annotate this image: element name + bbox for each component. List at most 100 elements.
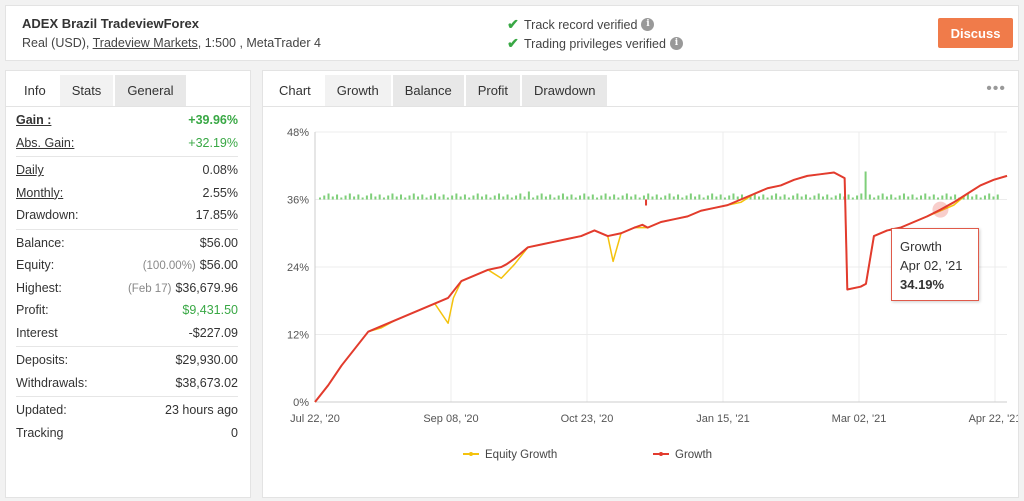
daily-bar: [323, 195, 326, 200]
daily-bar: [868, 194, 871, 200]
discuss-button[interactable]: Discuss: [938, 18, 1013, 48]
daily-bar: [996, 194, 999, 200]
daily-bar: [638, 197, 641, 200]
daily-bar: [770, 195, 773, 200]
legend-label: Equity Growth: [485, 449, 557, 461]
legend-marker: [659, 452, 663, 456]
daily-bar: [860, 193, 863, 200]
daily-bar: [719, 194, 722, 200]
daily-bar: [689, 193, 692, 200]
daily-bar: [983, 195, 986, 200]
daily-bar: [404, 197, 407, 200]
daily-bar: [532, 197, 535, 200]
stat-drawdown: Drawdown: 17.85%: [16, 208, 238, 223]
daily-bar: [975, 194, 978, 200]
stat-monthly: Monthly: 2.55%: [16, 185, 238, 200]
account-type: Real (USD),: [22, 36, 90, 50]
daily-bar: [681, 197, 684, 200]
info-icon[interactable]: i: [641, 18, 655, 31]
trading-privileges-verified: ✔ Trading privileges verified i: [506, 35, 683, 52]
legend-label: Growth: [675, 449, 712, 461]
check-icon: ✔: [507, 35, 519, 51]
daily-bar: [945, 193, 948, 200]
daily-bar: [821, 196, 824, 200]
daily-bar: [455, 193, 458, 200]
daily-bar: [834, 195, 837, 200]
daily-bar: [327, 193, 330, 200]
daily-bar: [715, 196, 718, 200]
verification-label: Track record verified: [524, 17, 638, 32]
chart-tooltip: Growth Apr 02, '21 34.19%: [891, 228, 979, 301]
daily-bar: [839, 193, 842, 200]
daily-bar: [949, 196, 952, 200]
daily-bar: [387, 195, 390, 200]
daily-bar: [937, 197, 940, 200]
daily-bar: [804, 194, 807, 200]
daily-bar: [813, 195, 816, 200]
hover-marker: [932, 201, 949, 218]
daily-bar: [694, 196, 697, 200]
daily-bar: [549, 194, 552, 200]
daily-bar: [536, 195, 539, 200]
tab-drawdown[interactable]: Drawdown: [522, 75, 608, 106]
y-tick-label: 24%: [287, 262, 309, 274]
daily-bar: [480, 196, 483, 200]
stat-tracking: Tracking 0: [16, 425, 238, 440]
daily-bar: [830, 197, 833, 200]
stat-interest: Interest -$227.09: [16, 325, 238, 340]
daily-bar: [553, 197, 556, 200]
daily-bar: [911, 194, 914, 200]
daily-bar: [608, 196, 611, 200]
broker-link[interactable]: Tradeview Markets: [93, 36, 198, 50]
daily-bar: [493, 195, 496, 200]
tooltip-date: Apr 02, '21: [900, 258, 963, 273]
account-header: ADEX Brazil TradeviewForex Real (USD), T…: [5, 5, 1019, 61]
daily-bar: [723, 197, 726, 200]
stats-tabs: Info Stats General: [6, 71, 250, 107]
daily-bar: [361, 197, 364, 200]
daily-bar: [877, 195, 880, 200]
account-details: , 1:500 , MetaTrader 4: [197, 36, 321, 50]
daily-bar: [336, 194, 339, 200]
daily-bar: [331, 196, 334, 200]
stat-updated: Updated: 23 hours ago: [16, 403, 238, 418]
check-icon: ✔: [507, 16, 519, 32]
daily-bar: [446, 197, 449, 200]
tab-profit[interactable]: Profit: [465, 75, 521, 106]
tab-general[interactable]: General: [115, 75, 186, 106]
y-tick-label: 36%: [287, 195, 309, 207]
stat-abs-gain: Abs. Gain: +32.19%: [16, 135, 238, 150]
daily-bar: [851, 197, 854, 200]
x-tick-label: Sep 08, '20: [423, 413, 478, 425]
tab-growth[interactable]: Growth: [324, 75, 391, 106]
daily-bar: [621, 195, 624, 200]
daily-bar: [395, 196, 398, 200]
daily-bar: [775, 193, 778, 200]
y-tick-label: 12%: [287, 330, 309, 342]
daily-bar: [544, 196, 547, 200]
tab-info[interactable]: Info: [12, 75, 58, 106]
daily-bar: [894, 197, 897, 200]
account-title: ADEX Brazil TradeviewForex: [22, 16, 200, 31]
daily-bar: [800, 196, 803, 200]
daily-bar: [408, 195, 411, 200]
daily-bar: [570, 194, 573, 200]
tab-chart[interactable]: Chart: [267, 75, 323, 106]
daily-bar: [523, 196, 526, 200]
x-tick-label: Jul 22, '20: [290, 413, 340, 425]
daily-bar: [399, 194, 402, 200]
daily-bar: [510, 197, 513, 200]
more-options-icon[interactable]: •••: [986, 80, 1006, 98]
tab-stats[interactable]: Stats: [59, 75, 114, 106]
daily-bar: [668, 193, 671, 200]
stat-withdrawals: Withdrawals: $38,673.02: [16, 375, 238, 390]
daily-bar: [391, 193, 394, 200]
info-icon[interactable]: i: [669, 37, 683, 50]
tab-balance[interactable]: Balance: [392, 75, 464, 106]
daily-bar: [732, 193, 735, 200]
daily-bar: [540, 193, 543, 200]
daily-bar: [885, 196, 888, 200]
daily-bar: [566, 196, 569, 200]
daily-bar: [353, 196, 356, 200]
daily-bar: [604, 193, 607, 200]
